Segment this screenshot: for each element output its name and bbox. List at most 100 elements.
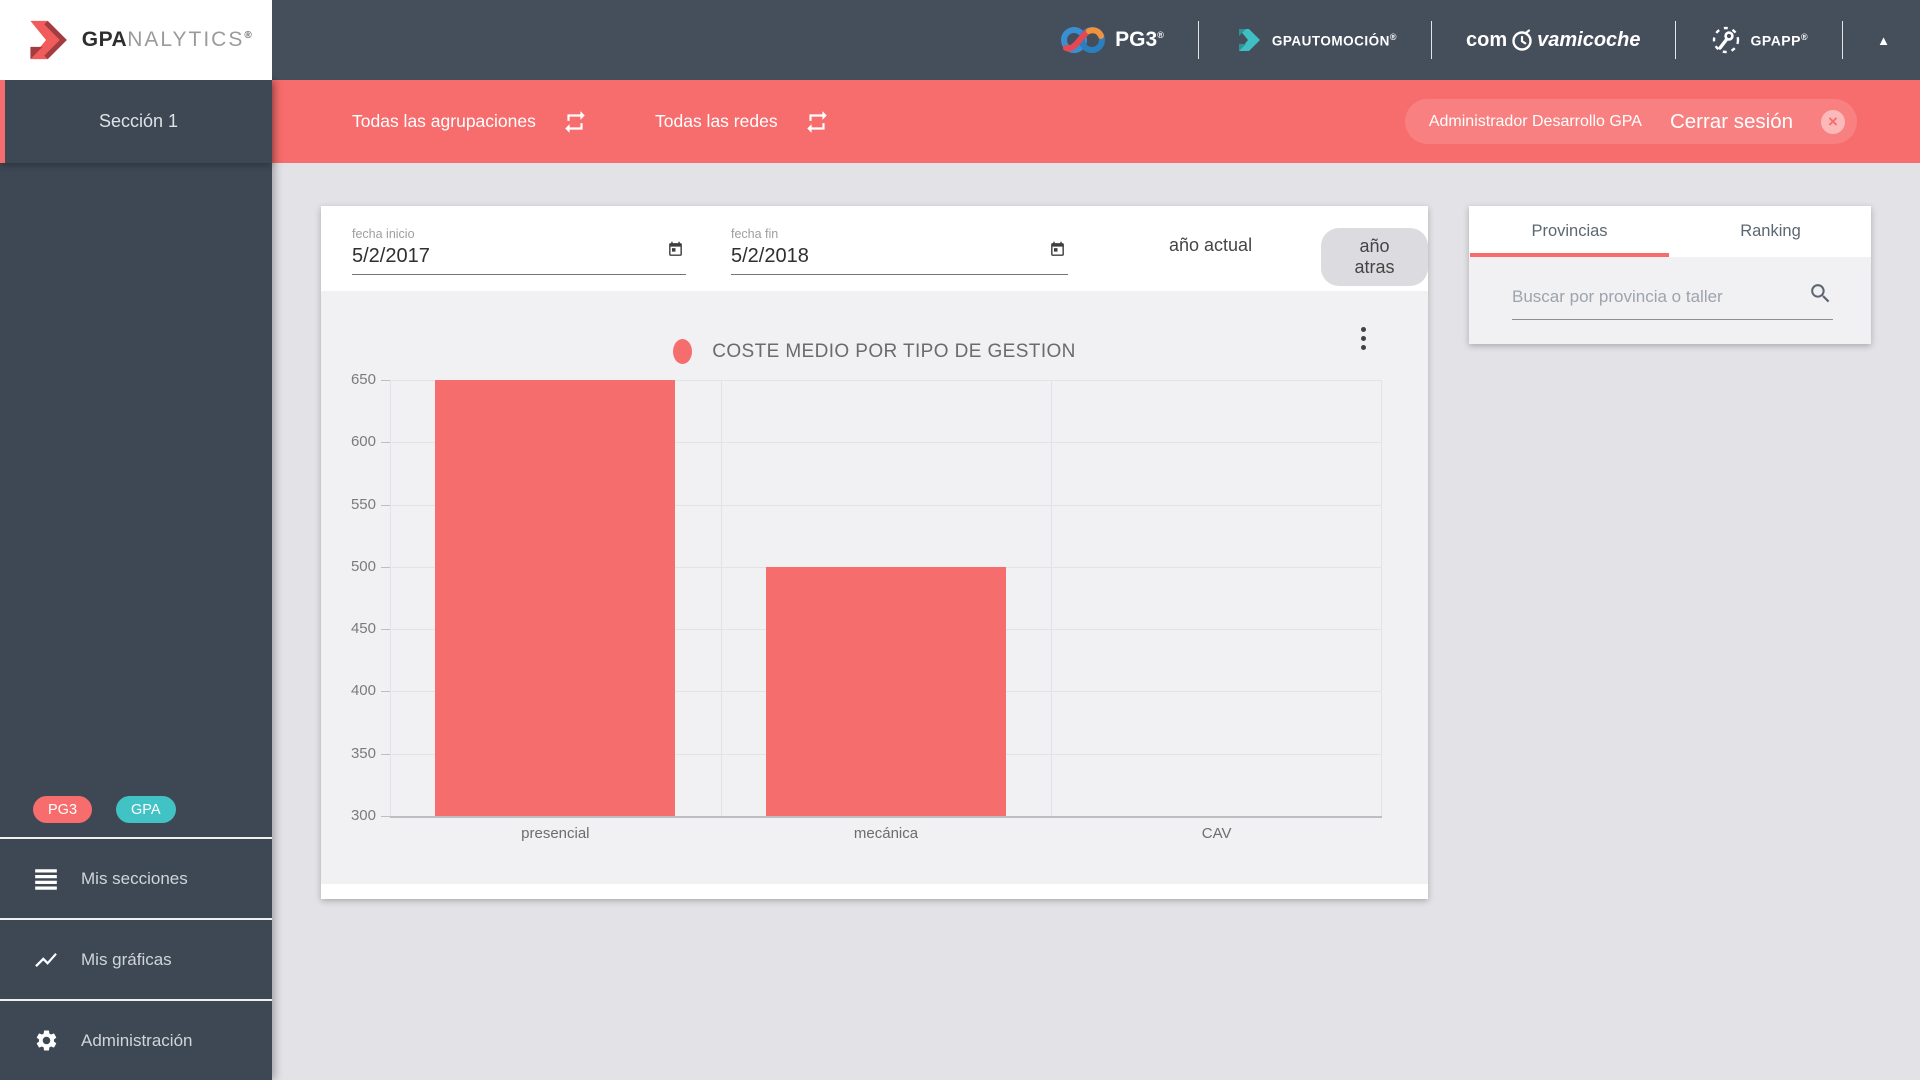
gpapp-reg: ® bbox=[1801, 32, 1808, 42]
gear-icon bbox=[33, 1028, 59, 1054]
x-tick-label: CAV bbox=[1107, 825, 1327, 842]
sidebar-badges: PG3 GPA bbox=[33, 796, 176, 823]
chart-card: fecha inicio fecha fin año actual año at… bbox=[321, 206, 1428, 899]
tab-ranking[interactable]: Ranking bbox=[1670, 206, 1871, 257]
y-tick-label: 550 bbox=[316, 496, 376, 513]
close-session-icon[interactable]: × bbox=[1821, 110, 1845, 134]
pg3-reg: ® bbox=[1157, 30, 1164, 40]
chart-title: COSTE MEDIO POR TIPO DE GESTION bbox=[712, 341, 1076, 363]
gpapp-label: GPAPP bbox=[1751, 32, 1801, 48]
gpautomocion-reg: ® bbox=[1390, 32, 1397, 42]
badge-gpa[interactable]: GPA bbox=[116, 796, 176, 823]
line-chart-icon bbox=[33, 947, 59, 973]
sidebar-menu: Mis secciones Mis gráficas Administración bbox=[0, 837, 272, 1080]
x-axis-line bbox=[390, 816, 1382, 818]
sidebar-item-mis-gráficas[interactable]: Mis gráficas bbox=[0, 918, 272, 999]
section-label: Sección 1 bbox=[99, 111, 178, 132]
chart-legend: COSTE MEDIO POR TIPO DE GESTION bbox=[321, 339, 1428, 364]
groupings-label[interactable]: Todas las agrupaciones bbox=[352, 111, 536, 132]
search-input[interactable] bbox=[1512, 277, 1792, 319]
filter-bar: Todas las agrupaciones Todas las redes A… bbox=[272, 80, 1920, 163]
y-axis-tick bbox=[381, 567, 390, 568]
networks-label[interactable]: Todas las redes bbox=[655, 111, 778, 132]
bar-mecánica[interactable] bbox=[766, 567, 1006, 816]
sidebar-item-mis-secciones[interactable]: Mis secciones bbox=[0, 837, 272, 918]
vertical-gridline bbox=[1051, 380, 1052, 816]
gpapp-wrench-icon bbox=[1710, 24, 1742, 56]
calendar-icon[interactable] bbox=[667, 240, 684, 264]
legend-swatch bbox=[673, 339, 692, 364]
badge-pg3[interactable]: PG3 bbox=[33, 796, 92, 823]
end-date-group: fecha fin bbox=[731, 227, 1068, 275]
top-header: PG3® GPAUTOMOCIÓN® com vamicoche bbox=[0, 0, 1920, 80]
y-axis-tick bbox=[381, 505, 390, 506]
search-icon[interactable] bbox=[1808, 281, 1833, 311]
kebab-menu-icon[interactable] bbox=[1361, 327, 1366, 350]
y-tick-label: 500 bbox=[316, 558, 376, 575]
tab-provincias[interactable]: Provincias bbox=[1469, 206, 1670, 257]
sidebar: Sección 1 PG3 GPA Mis secciones Mis gráfic… bbox=[0, 80, 272, 1080]
logo-text-bold: GPA bbox=[82, 28, 127, 51]
user-name: Administrador Desarrollo GPA bbox=[1429, 113, 1642, 131]
start-date-input[interactable] bbox=[352, 241, 686, 274]
bar-presencial[interactable] bbox=[435, 380, 675, 816]
end-date-input[interactable] bbox=[731, 241, 1068, 274]
pg3-infinity-icon bbox=[1060, 22, 1106, 58]
user-session-pill: Administrador Desarrollo GPA Cerrar sesi… bbox=[1405, 99, 1857, 144]
sidebar-item-seccion-1[interactable]: Sección 1 bbox=[0, 80, 272, 163]
sidebar-item-administración[interactable]: Administración bbox=[0, 999, 272, 1080]
y-axis-tick bbox=[381, 691, 390, 692]
bar-chart-plot: 650600550500450400350300presencialmecáni… bbox=[390, 380, 1382, 816]
vertical-gridline bbox=[390, 380, 391, 816]
start-date-label: fecha inicio bbox=[352, 227, 686, 241]
logo-reg: ® bbox=[244, 30, 252, 41]
vertical-gridline bbox=[1381, 380, 1382, 816]
chart-area: COSTE MEDIO POR TIPO DE GESTION 65060055… bbox=[321, 291, 1428, 884]
provinces-panel: ProvinciasRanking bbox=[1469, 206, 1871, 344]
pg3-logo: PG3® bbox=[1060, 22, 1164, 58]
y-tick-label: 350 bbox=[316, 745, 376, 762]
y-axis-tick bbox=[381, 380, 390, 381]
sidebar-item-label: Mis secciones bbox=[81, 869, 188, 889]
sidebar-item-label: Mis gráficas bbox=[81, 950, 172, 970]
panel-tabs: ProvinciasRanking bbox=[1469, 206, 1871, 257]
repeat-icon[interactable] bbox=[562, 109, 588, 135]
brand-separator bbox=[1431, 21, 1432, 59]
gpautomocion-logo: GPAUTOMOCIÓN® bbox=[1233, 26, 1397, 54]
comvamicoche-part1: com bbox=[1466, 29, 1507, 52]
start-date-group: fecha inicio bbox=[352, 227, 686, 275]
clock-icon bbox=[1510, 28, 1534, 52]
previous-year-button[interactable]: año atras bbox=[1321, 228, 1428, 286]
brand-separator bbox=[1198, 21, 1199, 59]
gpanalytics-arrow-icon bbox=[20, 19, 72, 61]
pg3-label: PG3 bbox=[1115, 28, 1157, 51]
y-tick-label: 300 bbox=[316, 807, 376, 824]
y-axis-tick bbox=[381, 629, 390, 630]
y-axis-tick bbox=[381, 754, 390, 755]
gpautomocion-arrow-icon bbox=[1233, 26, 1263, 54]
brand-strip: PG3® GPAUTOMOCIÓN® com vamicoche bbox=[1060, 0, 1890, 80]
current-year-button[interactable]: año actual bbox=[1169, 235, 1252, 256]
end-date-label: fecha fin bbox=[731, 227, 1068, 241]
logo-text-light: NALYTICS bbox=[127, 28, 244, 51]
y-tick-label: 400 bbox=[316, 682, 376, 699]
gpapp-logo: GPAPP® bbox=[1710, 24, 1809, 56]
collapse-header-button[interactable]: ▲ bbox=[1877, 33, 1890, 48]
gpanalytics-logo: GPANALYTICS® bbox=[0, 0, 272, 80]
search-field bbox=[1512, 277, 1833, 320]
x-tick-label: presencial bbox=[445, 825, 665, 842]
repeat-icon[interactable] bbox=[804, 109, 830, 135]
comvamicoche-part2: vamicoche bbox=[1537, 29, 1640, 52]
calendar-icon[interactable] bbox=[1049, 240, 1066, 264]
groupings-filter[interactable]: Todas las agrupaciones bbox=[352, 80, 588, 163]
logout-button[interactable]: Cerrar sesión bbox=[1670, 110, 1793, 134]
gpautomocion-label: GPAUTOMOCIÓN bbox=[1272, 33, 1390, 48]
vertical-gridline bbox=[721, 380, 722, 816]
networks-filter[interactable]: Todas las redes bbox=[655, 80, 830, 163]
triangle-up-icon: ▲ bbox=[1877, 33, 1890, 48]
y-tick-label: 600 bbox=[316, 433, 376, 450]
x-tick-label: mecánica bbox=[776, 825, 996, 842]
sidebar-item-label: Administración bbox=[81, 1031, 193, 1051]
comvamicoche-logo: com vamicoche bbox=[1466, 28, 1641, 52]
y-tick-label: 650 bbox=[316, 371, 376, 388]
